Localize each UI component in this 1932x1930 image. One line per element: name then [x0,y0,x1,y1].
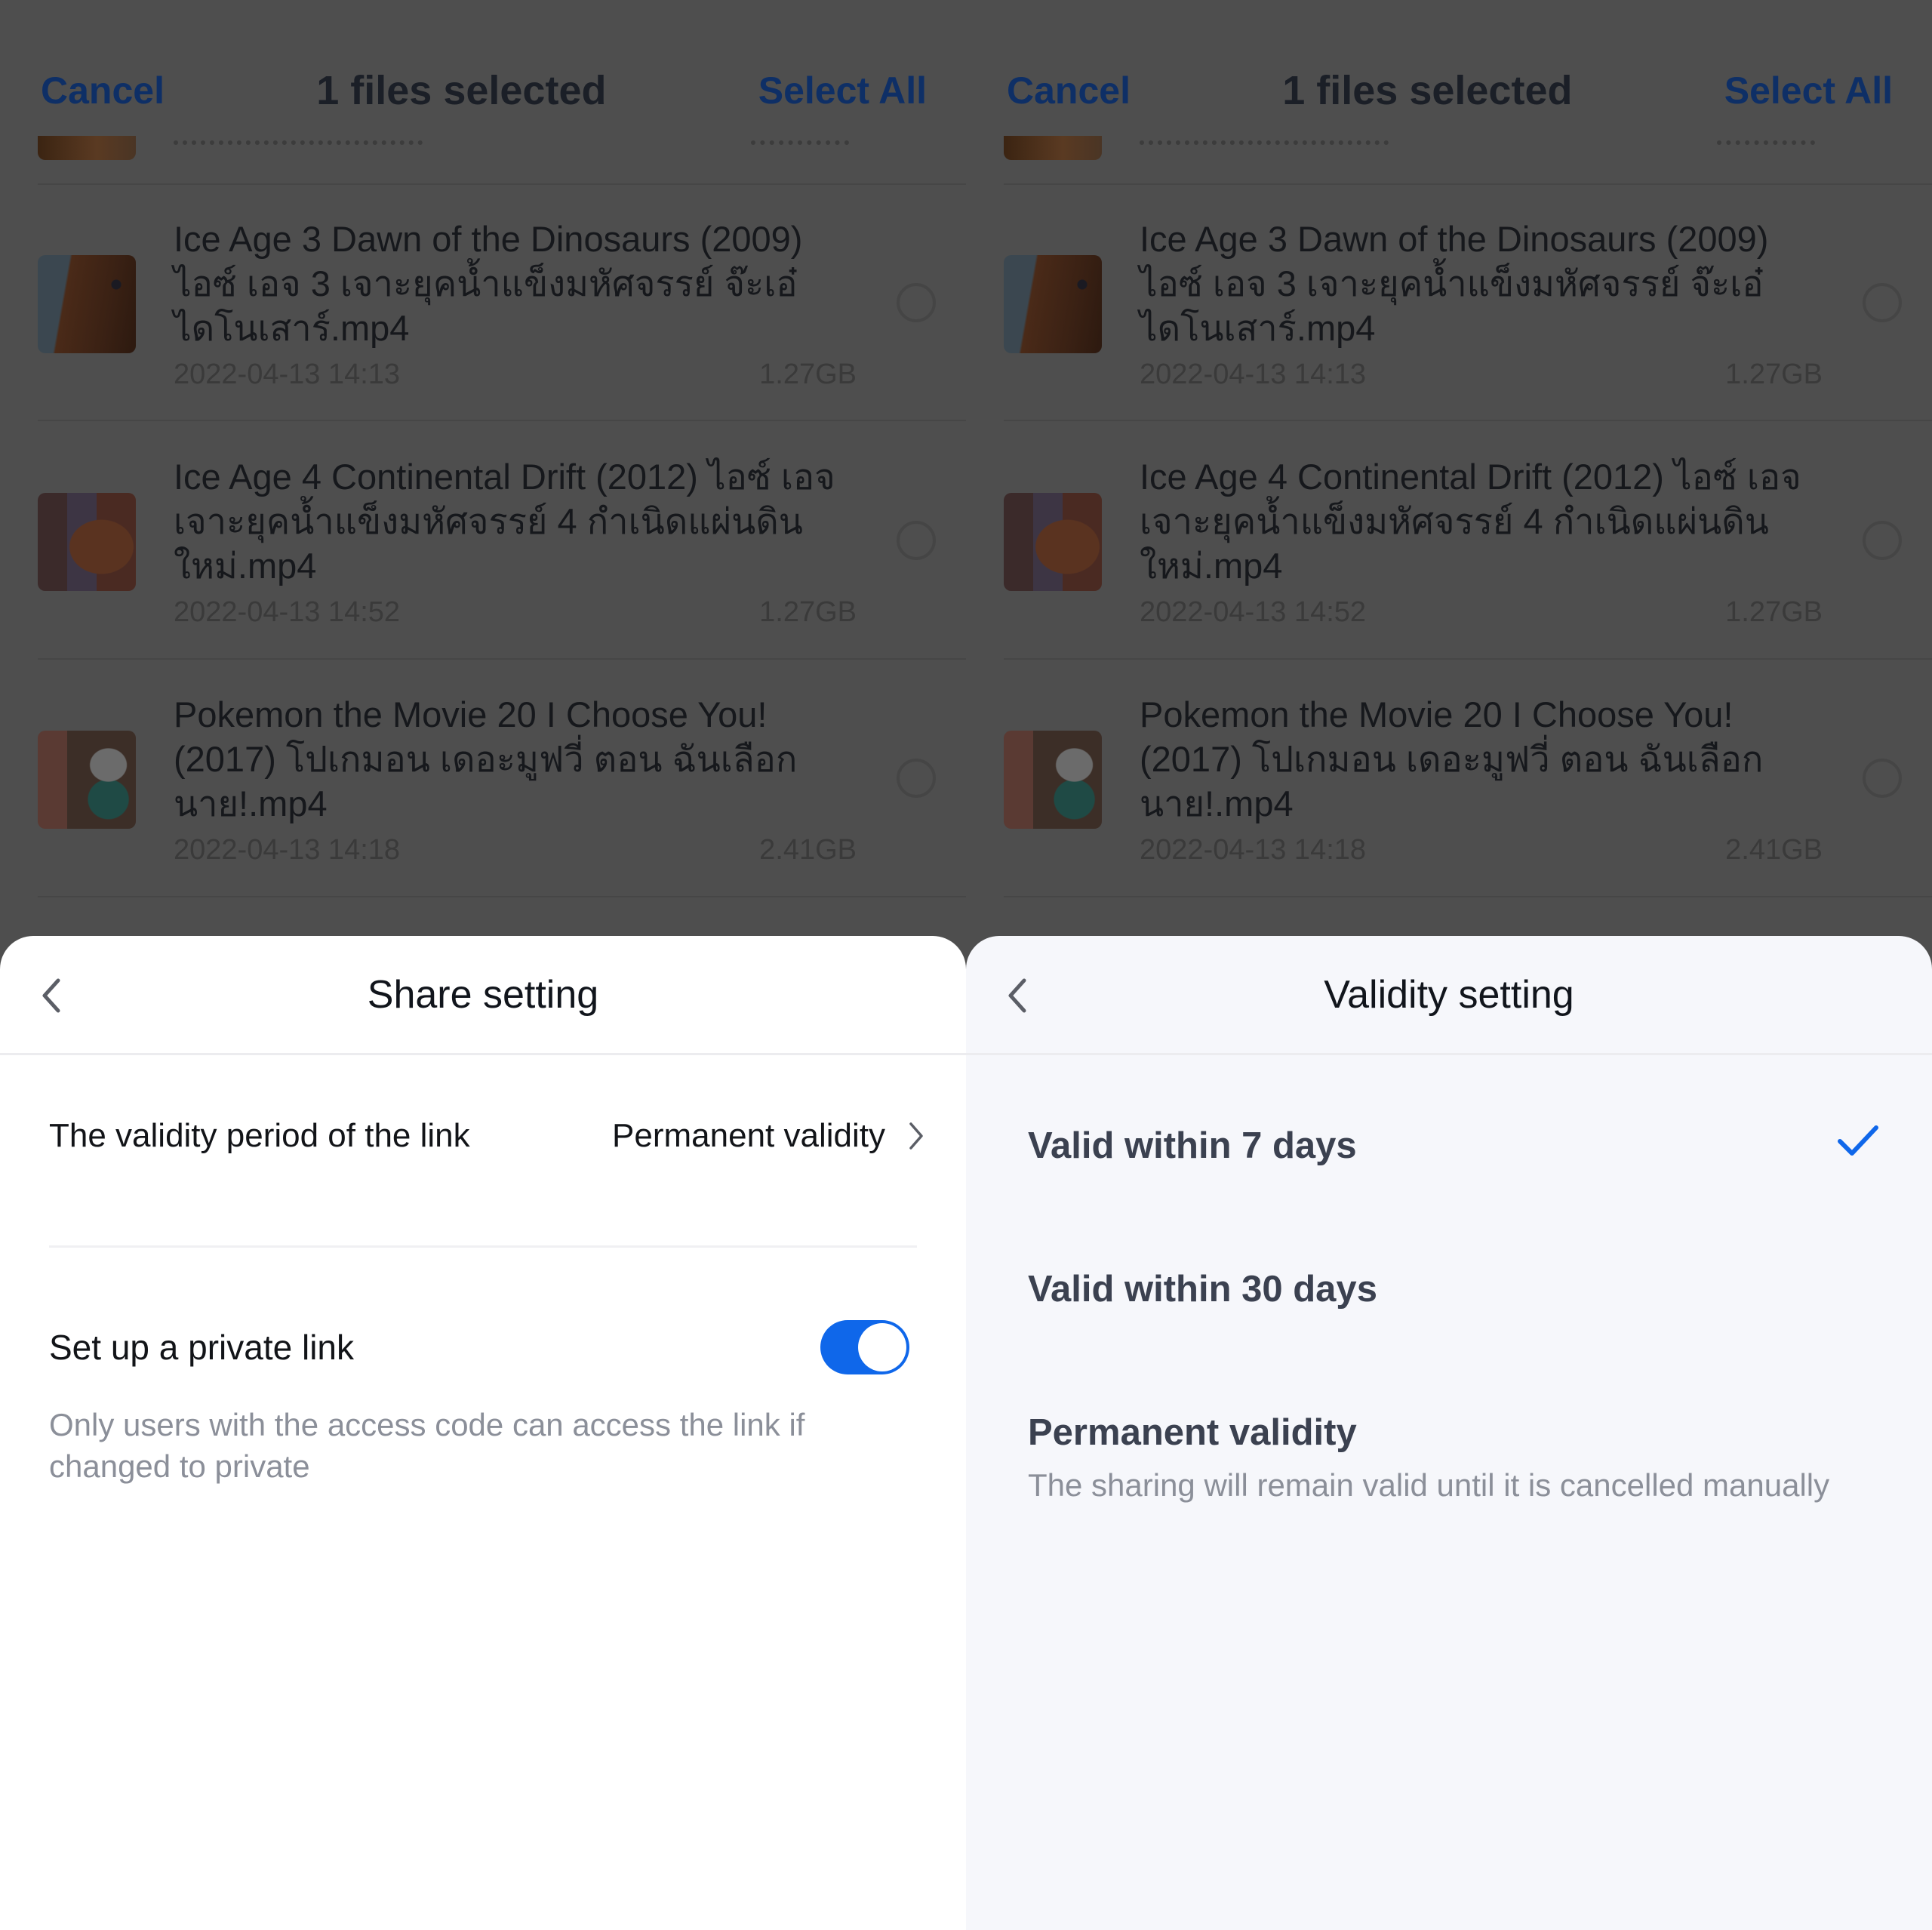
select-radio[interactable] [1863,521,1902,560]
select-radio[interactable] [1863,759,1902,798]
toggle-knob [858,1323,906,1371]
file-list-item[interactable]: Ice Age 3 Dawn of the Dinosaurs (2009) ไ… [0,185,966,411]
file-thumbnail-partial [1004,136,1102,160]
file-size-partial [1717,130,1815,145]
share-setting-screen: Cancel 1 files selected Select All Ice A… [0,0,966,1930]
selection-count-title: 1 files selected [316,68,607,113]
option-permanent[interactable]: Permanent validity The sharing will rema… [1028,1411,1879,1506]
option-label: Valid within 7 days [1028,1125,1357,1166]
option-label: Permanent validity [1028,1412,1357,1453]
select-radio[interactable] [897,283,936,322]
file-name: Ice Age 4 Continental Drift (2012) ไอซ์ … [1140,457,1801,586]
file-date-partial [1140,130,1389,145]
file-list-item[interactable]: Ice Age 4 Continental Drift (2012) ไอซ์ … [0,423,966,649]
file-size: 2.41GB [1725,834,1823,866]
selection-count-title: 1 files selected [1282,68,1573,113]
video-thumbnail [1004,255,1102,353]
sheet-header: Share setting [0,936,966,1055]
list-divider [38,658,966,660]
file-name: Ice Age 4 Continental Drift (2012) ไอซ์ … [174,457,835,586]
file-thumbnail-partial [38,136,136,160]
option-description: The sharing will remain valid until it i… [1028,1467,1830,1503]
validity-period-row[interactable]: The validity period of the link Permanen… [49,1106,924,1166]
file-size-partial [751,130,849,145]
share-setting-sheet: Share setting The validity period of the… [0,936,966,1930]
row-divider [49,1245,917,1248]
video-thumbnail [38,731,136,829]
file-size: 1.27GB [759,359,857,390]
list-divider [38,420,966,421]
list-divider [1004,420,1932,421]
list-divider [38,896,966,897]
select-radio[interactable] [1863,283,1902,322]
file-date-partial [174,130,423,145]
private-link-toggle[interactable] [820,1320,909,1374]
video-thumbnail [38,493,136,591]
option-30-days[interactable]: Valid within 30 days [1028,1268,1879,1310]
sheet-title: Validity setting [1324,972,1574,1017]
video-thumbnail [1004,731,1102,829]
cancel-button[interactable]: Cancel [41,69,165,112]
list-divider [1004,658,1932,660]
private-link-hint: Only users with the access code can acce… [49,1407,805,1484]
selection-topbar: Cancel 1 files selected Select All [0,53,966,128]
private-link-label: Set up a private link [49,1328,355,1367]
file-date: 2022-04-13 14:13 [174,359,401,390]
select-all-button[interactable]: Select All [758,69,927,112]
file-list-item[interactable]: Pokemon the Movie 20 I Choose You! (2017… [0,660,966,887]
file-date: 2022-04-13 14:18 [174,834,401,866]
file-date: 2022-04-13 14:18 [1140,834,1367,866]
chevron-left-icon [1008,978,1026,1013]
back-button[interactable] [999,974,1035,1017]
option-7-days[interactable]: Valid within 7 days [1028,1125,1879,1167]
file-size: 1.27GB [1725,596,1823,628]
private-link-row: Set up a private link [49,1313,909,1381]
video-thumbnail [1004,493,1102,591]
file-size: 1.27GB [1725,359,1823,390]
file-date: 2022-04-13 14:52 [1140,596,1367,628]
file-name: Ice Age 3 Dawn of the Dinosaurs (2009) ไ… [174,219,803,348]
validity-period-label: The validity period of the link [49,1117,470,1154]
file-name: Pokemon the Movie 20 I Choose You! (2017… [1140,694,1764,823]
checkmark-icon [1838,1125,1878,1156]
select-radio[interactable] [897,521,936,560]
back-button[interactable] [33,974,69,1017]
file-size: 1.27GB [759,596,857,628]
chevron-left-icon [42,978,60,1013]
file-date: 2022-04-13 14:13 [1140,359,1367,390]
validity-setting-sheet: Validity setting Valid within 7 days Val… [966,936,1932,1930]
file-list-item[interactable]: Ice Age 4 Continental Drift (2012) ไอซ์ … [966,423,1932,649]
file-size: 2.41GB [759,834,857,866]
file-name: Ice Age 3 Dawn of the Dinosaurs (2009) ไ… [1140,219,1769,348]
file-name: Pokemon the Movie 20 I Choose You! (2017… [174,694,798,823]
select-radio[interactable] [897,759,936,798]
chevron-right-icon [909,1122,923,1150]
list-divider [1004,896,1932,897]
sheet-title: Share setting [367,972,599,1017]
validity-period-value: Permanent validity [612,1117,885,1154]
validity-setting-screen: Cancel 1 files selected Select All Ice A… [966,0,1932,1930]
select-all-button[interactable]: Select All [1724,69,1893,112]
file-date: 2022-04-13 14:52 [174,596,401,628]
file-list-item[interactable]: Pokemon the Movie 20 I Choose You! (2017… [966,660,1932,887]
option-label: Valid within 30 days [1028,1269,1377,1310]
selection-topbar: Cancel 1 files selected Select All [966,53,1932,128]
file-list-item[interactable]: Ice Age 3 Dawn of the Dinosaurs (2009) ไ… [966,185,1932,411]
validity-value-group: Permanent validity [612,1117,924,1155]
sheet-header: Validity setting [966,936,1932,1055]
video-thumbnail [38,255,136,353]
cancel-button[interactable]: Cancel [1007,69,1131,112]
